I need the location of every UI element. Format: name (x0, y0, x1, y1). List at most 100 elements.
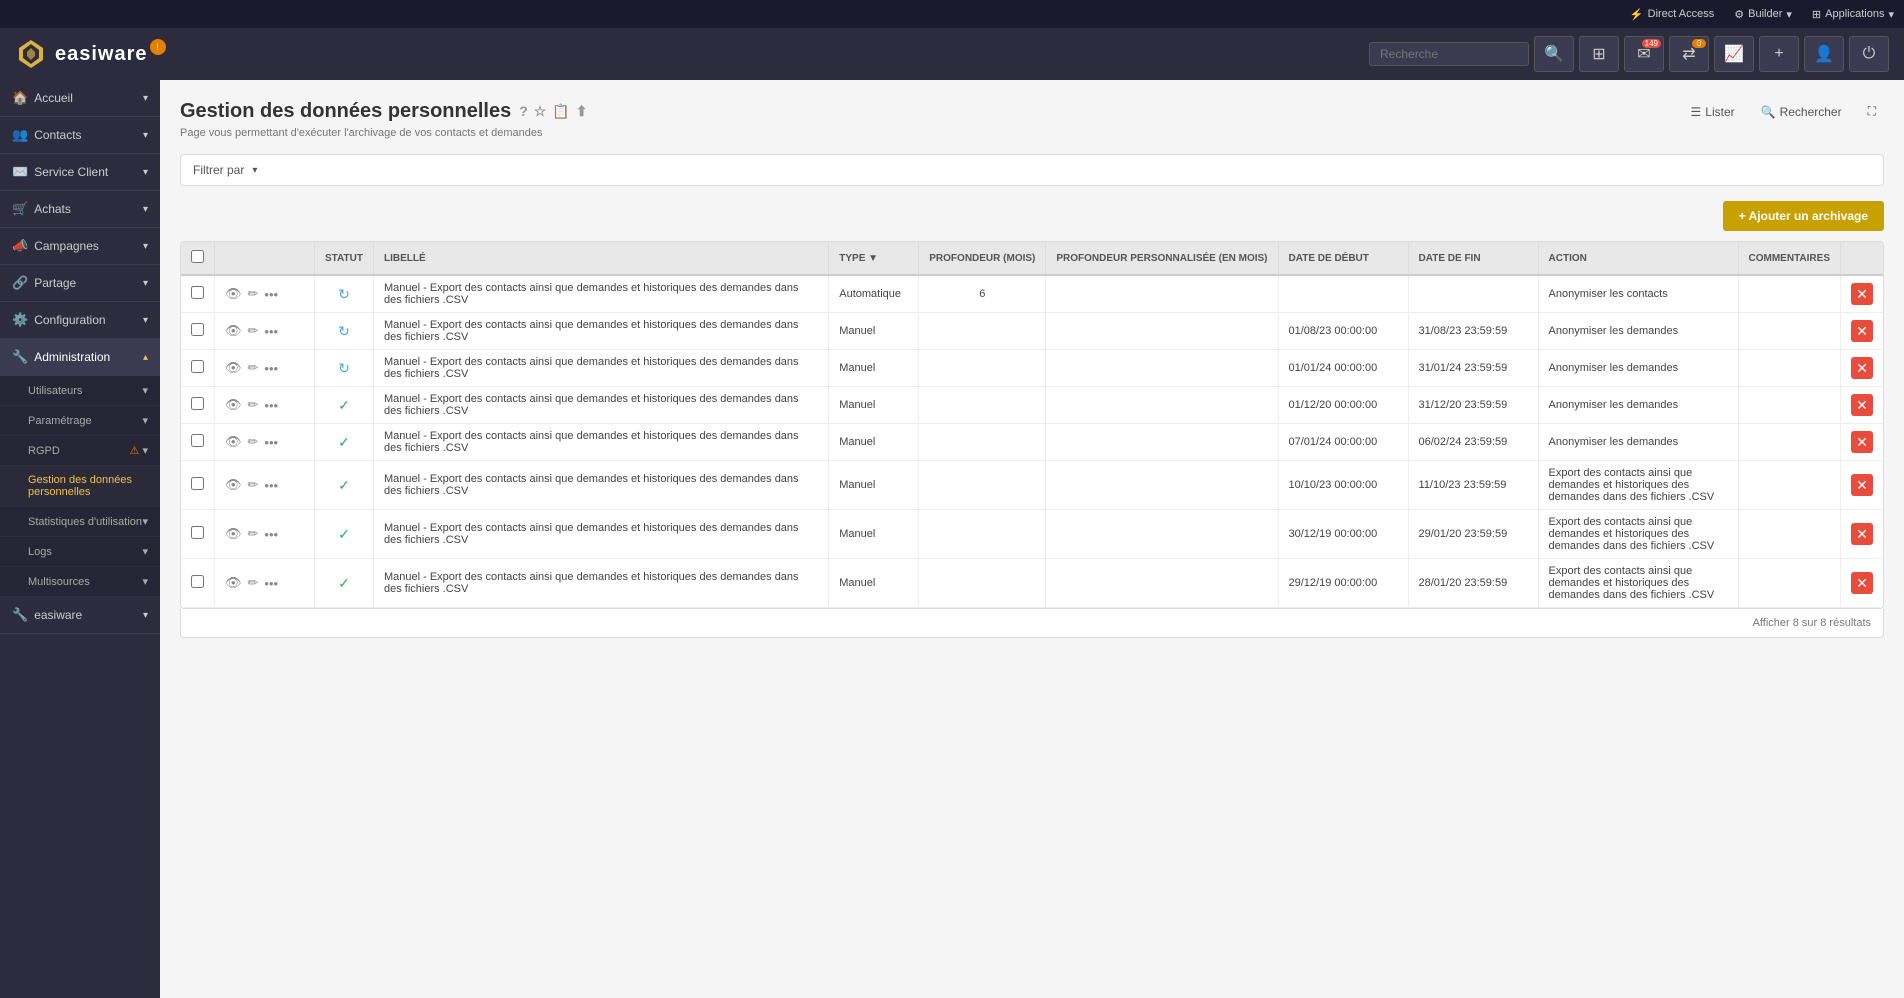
row-checkbox[interactable] (191, 397, 204, 410)
direct-access-link[interactable]: ⚡ Direct Access (1630, 8, 1714, 21)
mail-button[interactable]: ✉ 149 (1624, 36, 1664, 72)
view-icon[interactable]: 👁 (225, 286, 242, 302)
edit-icon[interactable]: ✏ (248, 286, 259, 302)
achats-arrow: ▾ (143, 204, 148, 215)
edit-icon[interactable]: ✏ (248, 575, 259, 591)
col-header-type[interactable]: TYPE ▼ (829, 242, 919, 275)
view-icon[interactable]: 👁 (225, 360, 242, 376)
sidebar-sub-statistiques[interactable]: Statistiques d'utilisation ▾ (0, 507, 160, 537)
row-date-debut-cell: 01/01/24 00:00:00 (1278, 350, 1408, 387)
edit-icon[interactable]: ✏ (248, 526, 259, 542)
sidebar-sub-rgpd[interactable]: RGPD ⚠ ▾ (0, 436, 160, 466)
select-all-checkbox[interactable] (191, 250, 204, 263)
configuration-label: Configuration (34, 313, 105, 327)
more-icon[interactable]: ••• (264, 287, 278, 302)
utilisateurs-label: Utilisateurs (28, 385, 82, 397)
sidebar-item-accueil[interactable]: 🏠 Accueil ▾ (0, 80, 160, 117)
edit-icon[interactable]: ✏ (248, 323, 259, 339)
row-checkbox[interactable] (191, 286, 204, 299)
row-libelle-cell: Manuel - Export des contacts ainsi que d… (373, 313, 828, 350)
sidebar-item-configuration[interactable]: ⚙️ Configuration ▾ (0, 302, 160, 339)
partage-arrow: ▾ (143, 278, 148, 289)
row-type-cell: Manuel (829, 559, 919, 608)
copy-icon[interactable]: 📋 (552, 103, 569, 120)
logo-area[interactable]: easiware ! (15, 38, 166, 70)
edit-icon[interactable]: ✏ (248, 397, 259, 413)
more-icon[interactable]: ••• (264, 576, 278, 591)
delete-button[interactable]: ✕ (1851, 283, 1873, 305)
col-header-row-actions (215, 242, 315, 275)
sidebar-item-contacts[interactable]: 👥 Contacts ▾ (0, 117, 160, 154)
row-action-cell: Export des contacts ainsi que demandes e… (1538, 461, 1738, 510)
delete-button[interactable]: ✕ (1851, 572, 1873, 594)
delete-button[interactable]: ✕ (1851, 523, 1873, 545)
view-icon[interactable]: 👁 (225, 575, 242, 591)
sidebar-sub-logs[interactable]: Logs ▾ (0, 537, 160, 567)
row-checkbox[interactable] (191, 526, 204, 539)
accueil-icon: 🏠 (12, 90, 28, 106)
sidebar-sub-parametrage[interactable]: Paramétrage ▾ (0, 406, 160, 436)
row-profondeur-cell (919, 424, 1046, 461)
sidebar-item-service-client[interactable]: ✉️ Service Client ▾ (0, 154, 160, 191)
rechercher-button[interactable]: 🔍 Rechercher (1753, 101, 1850, 123)
more-icon[interactable]: ••• (264, 435, 278, 450)
more-icon[interactable]: ••• (264, 361, 278, 376)
lister-button[interactable]: ☰ Lister (1683, 101, 1743, 123)
search-input[interactable] (1369, 42, 1529, 66)
row-checkbox[interactable] (191, 323, 204, 336)
add-btn-area: + Ajouter un archivage (180, 201, 1884, 231)
sidebar-sub-multisources[interactable]: Multisources ▾ (0, 567, 160, 597)
sidebar-item-campagnes[interactable]: 📣 Campagnes ▾ (0, 228, 160, 265)
row-date-fin-cell: 06/02/24 23:59:59 (1408, 424, 1538, 461)
upload-icon[interactable]: ⬆ (576, 103, 588, 120)
view-icon[interactable]: 👁 (225, 526, 242, 542)
power-button[interactable]: ⏻ (1849, 36, 1889, 72)
row-checkbox[interactable] (191, 360, 204, 373)
view-icon[interactable]: 👁 (225, 477, 242, 493)
filter-bar[interactable]: Filtrer par ▾ (180, 154, 1884, 186)
delete-button[interactable]: ✕ (1851, 431, 1873, 453)
view-icon[interactable]: 👁 (225, 434, 242, 450)
row-checkbox-cell (181, 510, 215, 559)
row-checkbox[interactable] (191, 434, 204, 447)
more-icon[interactable]: ••• (264, 478, 278, 493)
applications-link[interactable]: ⊞ Applications ▾ (1812, 8, 1894, 21)
expand-button[interactable]: ⛶ (1860, 100, 1884, 123)
sidebar-item-achats[interactable]: 🛒 Achats ▾ (0, 191, 160, 228)
more-icon[interactable]: ••• (264, 324, 278, 339)
sidebar-item-administration[interactable]: 🔧 Administration ▴ (0, 339, 160, 376)
more-icon[interactable]: ••• (264, 398, 278, 413)
help-icon[interactable]: ? (519, 103, 528, 120)
rgpd-arrow: ▾ (142, 445, 148, 457)
view-icon[interactable]: 👁 (225, 323, 242, 339)
applications-label: Applications (1825, 8, 1884, 20)
builder-link[interactable]: ⚙ Builder ▾ (1734, 8, 1792, 21)
star-icon[interactable]: ☆ (534, 103, 547, 120)
edit-icon[interactable]: ✏ (248, 477, 259, 493)
delete-button[interactable]: ✕ (1851, 357, 1873, 379)
logo-text: easiware (55, 43, 148, 66)
row-date-fin-cell: 11/10/23 23:59:59 (1408, 461, 1538, 510)
more-icon[interactable]: ••• (264, 527, 278, 542)
chart-button[interactable]: 📈 (1714, 36, 1754, 72)
delete-button[interactable]: ✕ (1851, 474, 1873, 496)
add-archivage-button[interactable]: + Ajouter un archivage (1723, 201, 1884, 231)
row-checkbox[interactable] (191, 477, 204, 490)
add-button[interactable]: + (1759, 36, 1799, 72)
edit-icon[interactable]: ✏ (248, 360, 259, 376)
sidebar-item-easiware[interactable]: 🔧 easiware ▾ (0, 597, 160, 634)
sidebar-item-partage[interactable]: 🔗 Partage ▾ (0, 265, 160, 302)
swap-button[interactable]: ⇄ 0 (1669, 36, 1709, 72)
sidebar-sub-utilisateurs[interactable]: Utilisateurs ▾ (0, 376, 160, 406)
page-title: Gestion des données personnelles (180, 100, 511, 123)
user-button[interactable]: 👤 (1804, 36, 1844, 72)
grid-button[interactable]: ⊞ (1579, 36, 1619, 72)
delete-button[interactable]: ✕ (1851, 320, 1873, 342)
sidebar-sub-gestion-donnees[interactable]: Gestion des données personnelles (0, 466, 160, 507)
row-checkbox[interactable] (191, 575, 204, 588)
delete-button[interactable]: ✕ (1851, 394, 1873, 416)
view-icon[interactable]: 👁 (225, 397, 242, 413)
search-button[interactable]: 🔍 (1534, 36, 1574, 72)
row-statut-cell: ↻ (315, 350, 374, 387)
edit-icon[interactable]: ✏ (248, 434, 259, 450)
